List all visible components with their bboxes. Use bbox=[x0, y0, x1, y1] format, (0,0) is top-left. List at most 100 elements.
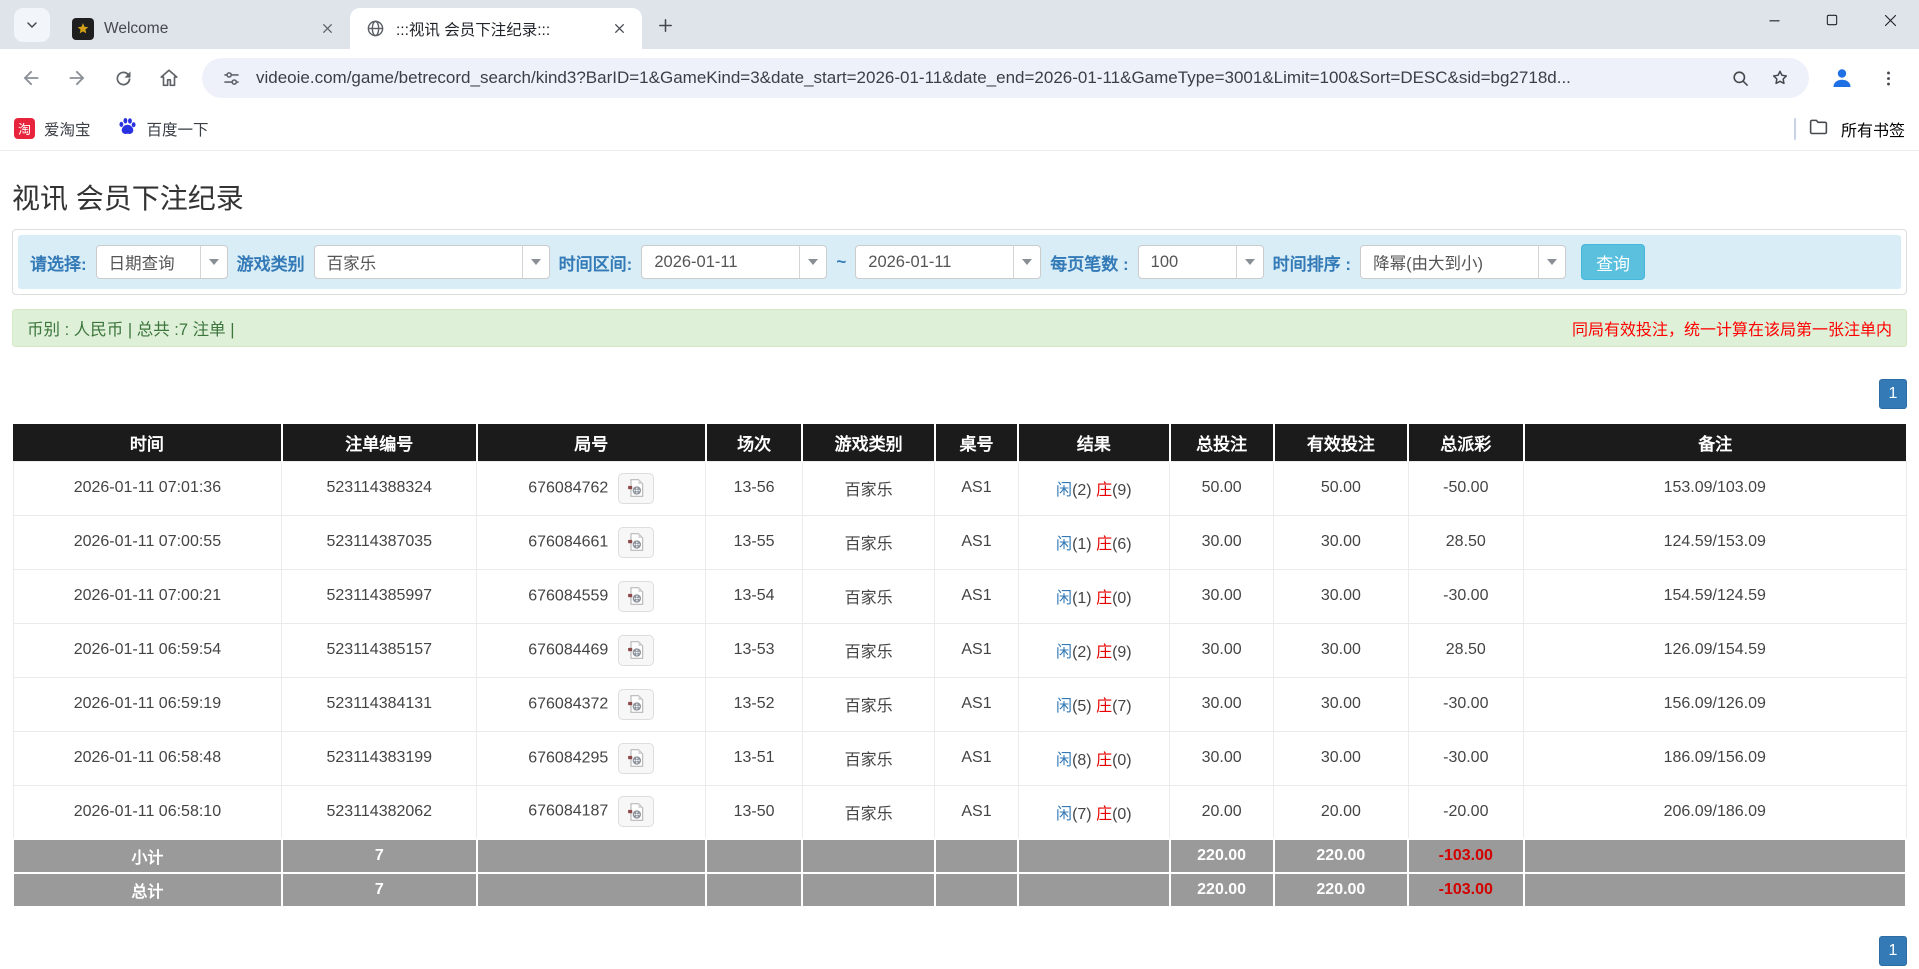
player-score: (7) bbox=[1072, 805, 1097, 823]
maximize-button[interactable] bbox=[1803, 0, 1861, 40]
remark-cell: 154.59/124.59 bbox=[1523, 568, 1907, 624]
empty-cell bbox=[475, 838, 707, 874]
game-kind-cell: 百家乐 bbox=[801, 730, 936, 786]
banker-label: 庄 bbox=[1096, 752, 1113, 769]
player-label: 闲 bbox=[1056, 698, 1073, 715]
filter-bar: 请选择: 日期查询 游戏类别 百家乐 时间区间: 2026-01-11 ~ 20… bbox=[18, 235, 1901, 289]
profile-avatar[interactable] bbox=[1821, 57, 1863, 99]
per-page-select[interactable]: 100 bbox=[1137, 245, 1264, 279]
select-arrow-icon bbox=[1013, 246, 1040, 278]
forward-button[interactable] bbox=[56, 57, 98, 99]
player-label: 闲 bbox=[1056, 536, 1073, 553]
banker-score: (0) bbox=[1112, 590, 1132, 607]
valid-bet-cell: 30.00 bbox=[1273, 568, 1409, 624]
column-header: 游戏类别 bbox=[801, 424, 935, 461]
bet-no-cell: 523114384131 bbox=[281, 676, 478, 732]
page-1-button[interactable]: 1 bbox=[1879, 379, 1907, 409]
player-score: (8) bbox=[1072, 752, 1097, 769]
site-info-icon[interactable] bbox=[216, 63, 246, 93]
sort-select[interactable]: 降幂(由大到小) bbox=[1360, 245, 1567, 279]
arrow-left-icon bbox=[23, 70, 39, 86]
video-replay-button[interactable] bbox=[618, 688, 655, 720]
valid-bet-cell: 30.00 bbox=[1273, 514, 1409, 570]
player-label: 闲 bbox=[1056, 752, 1073, 769]
empty-cell bbox=[1017, 872, 1171, 908]
home-button[interactable] bbox=[148, 57, 190, 99]
video-replay-button[interactable] bbox=[618, 796, 655, 828]
player-score: (2) bbox=[1072, 644, 1097, 661]
reload-button[interactable] bbox=[102, 57, 144, 99]
folder-icon bbox=[1808, 116, 1829, 142]
browser-toolbar: videoie.com/game/betrecord_search/kind3?… bbox=[0, 49, 1919, 107]
all-bookmarks-label: 所有书签 bbox=[1840, 122, 1905, 140]
page-content: 视讯 会员下注纪录 请选择: 日期查询 游戏类别 百家乐 时间区间: 2026-… bbox=[0, 151, 1919, 969]
game-kind-cell: 百家乐 bbox=[801, 568, 936, 624]
banker-label: 庄 bbox=[1096, 805, 1113, 823]
video-replay-button[interactable] bbox=[618, 742, 655, 774]
tab-close-icon[interactable] bbox=[316, 18, 338, 40]
search-button[interactable]: 查询 bbox=[1581, 244, 1646, 280]
payout-cell: -50.00 bbox=[1407, 460, 1525, 516]
new-tab-button[interactable] bbox=[648, 8, 682, 42]
total-bet-cell: 30.00 bbox=[1169, 514, 1275, 570]
video-replay-button[interactable] bbox=[618, 580, 655, 612]
session-cell: 13-53 bbox=[705, 622, 803, 678]
payout-cell: 28.50 bbox=[1407, 622, 1525, 678]
result-cell: 闲(1) 庄(0) bbox=[1017, 568, 1171, 624]
film-clip-icon bbox=[628, 749, 644, 767]
video-replay-button[interactable] bbox=[618, 526, 655, 558]
tab-search-button[interactable] bbox=[14, 8, 50, 42]
remark-cell: 153.09/103.09 bbox=[1523, 460, 1907, 516]
bookmark-star-icon[interactable] bbox=[1765, 63, 1795, 93]
remark-cell: 186.09/156.09 bbox=[1523, 730, 1907, 786]
column-header: 场次 bbox=[704, 424, 803, 461]
per-page-label: 每页笔数 : bbox=[1050, 254, 1129, 274]
all-bookmarks-button[interactable]: 所有书签 bbox=[1793, 116, 1905, 142]
video-replay-button[interactable] bbox=[618, 634, 655, 666]
result-cell: 闲(5) 庄(7) bbox=[1017, 676, 1171, 732]
film-clip-icon bbox=[628, 802, 644, 821]
bet-no-cell: 523114388324 bbox=[281, 460, 478, 516]
sort-value: 降幂(由大到小) bbox=[1373, 255, 1484, 273]
video-replay-button[interactable] bbox=[618, 472, 655, 504]
bet-no-cell: 523114385997 bbox=[281, 568, 478, 624]
game-kind-value: 百家乐 bbox=[326, 255, 377, 273]
tab-title: :::视讯 会员下注纪录::: bbox=[396, 21, 551, 39]
result-cell: 闲(2) 庄(9) bbox=[1017, 622, 1171, 678]
column-header: 时间 bbox=[13, 424, 282, 461]
game-kind-label: 游戏类别 bbox=[236, 254, 305, 274]
sum-total-bet-cell: 220.00 bbox=[1168, 838, 1275, 874]
sum-payout-cell: -103.00 bbox=[1407, 838, 1525, 874]
banker-score: (9) bbox=[1112, 644, 1132, 661]
bookmark-aitaobao[interactable]: 淘 爱淘宝 bbox=[14, 118, 91, 140]
sum-payout-cell: -103.00 bbox=[1407, 872, 1525, 908]
total-bet-cell: 30.00 bbox=[1169, 676, 1275, 732]
date-start-select[interactable]: 2026-01-11 bbox=[641, 245, 828, 279]
close-button[interactable] bbox=[1861, 0, 1919, 40]
empty-cell bbox=[475, 872, 707, 908]
minimize-button[interactable] bbox=[1745, 0, 1803, 40]
page-zoom-icon[interactable] bbox=[1725, 63, 1755, 93]
browser-menu-button[interactable] bbox=[1867, 57, 1909, 99]
player-score: (1) bbox=[1072, 590, 1097, 607]
result-cell: 闲(2) 庄(9) bbox=[1017, 460, 1171, 516]
tab-welcome[interactable]: Welcome bbox=[58, 8, 350, 49]
url-text[interactable]: videoie.com/game/betrecord_search/kind3?… bbox=[256, 68, 1715, 88]
game-kind-select[interactable]: 百家乐 bbox=[313, 245, 550, 279]
tab-close-icon[interactable] bbox=[608, 18, 630, 40]
column-header: 备注 bbox=[1522, 424, 1906, 461]
back-button[interactable] bbox=[10, 57, 52, 99]
select-arrow-icon bbox=[199, 246, 227, 278]
table-row: 2026-01-11 06:58:10 523114382062 676084187… bbox=[12, 784, 1907, 840]
tab-betrecord[interactable]: :::视讯 会员下注纪录::: bbox=[350, 8, 642, 49]
page-1-button[interactable]: 1 bbox=[1879, 936, 1907, 966]
address-bar[interactable]: videoie.com/game/betrecord_search/kind3?… bbox=[202, 58, 1809, 98]
summary-bar: 币别 : 人民币 | 总共 :7 注单 | 同局有效投注，统一计算在该局第一张注… bbox=[12, 309, 1907, 347]
session-cell: 13-51 bbox=[705, 730, 803, 786]
date-end-select[interactable]: 2026-01-11 bbox=[855, 245, 1042, 279]
banker-score: (9) bbox=[1112, 482, 1132, 499]
table-no-cell: AS1 bbox=[934, 784, 1019, 840]
query-type-select[interactable]: 日期查询 bbox=[95, 245, 228, 279]
remark-cell: 156.09/126.09 bbox=[1523, 676, 1907, 732]
bookmark-baidu[interactable]: 百度一下 bbox=[117, 116, 209, 142]
